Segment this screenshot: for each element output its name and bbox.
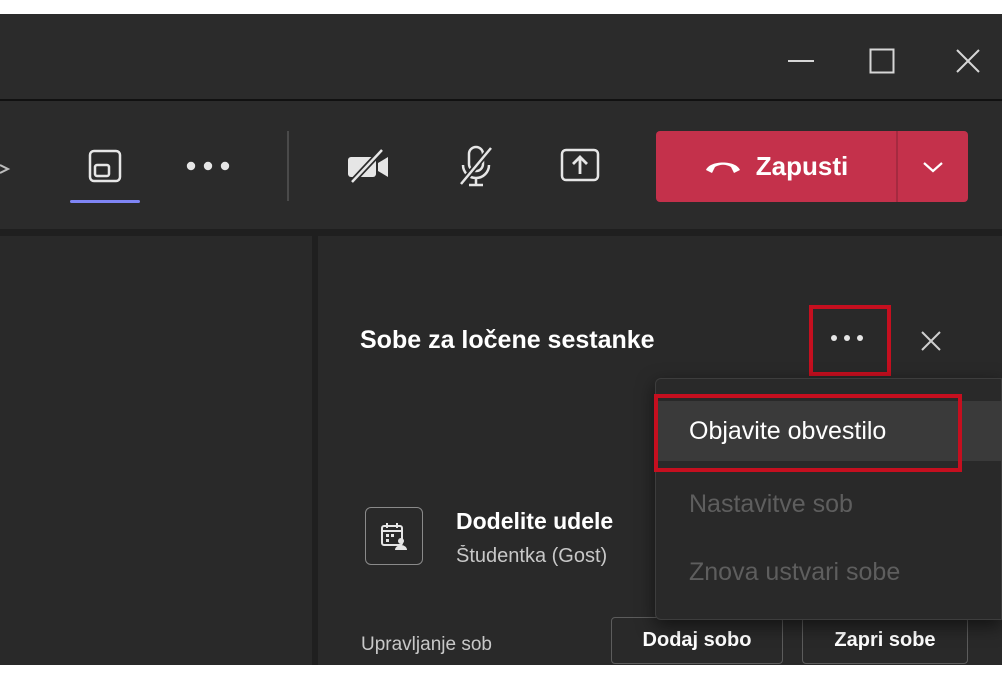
maximize-icon — [869, 48, 895, 74]
panel-title: Sobe za ločene sestanke — [360, 326, 655, 354]
chevron-down-icon — [923, 161, 943, 172]
window-close-button[interactable] — [940, 39, 996, 83]
annotation-highlight-announcement — [654, 394, 962, 472]
panel-close-button[interactable] — [912, 322, 950, 360]
manage-rooms-label: Upravljanje sob — [361, 634, 492, 655]
assign-participants-icon-box — [365, 507, 423, 565]
menu-item-room-settings: Nastavitve sob — [689, 490, 853, 518]
meeting-stage — [0, 236, 312, 665]
share-screen-button[interactable] — [552, 141, 608, 191]
close-rooms-button[interactable]: Zapri sobe — [802, 617, 968, 664]
menu-item-recreate-rooms: Znova ustvari sobe — [689, 558, 901, 586]
minimize-icon — [788, 60, 814, 62]
add-room-button[interactable]: Dodaj sobo — [611, 617, 783, 664]
active-view-indicator — [70, 200, 140, 203]
annotation-highlight-more — [809, 305, 891, 376]
camera-off-icon — [348, 148, 388, 184]
assign-participants-title[interactable]: Dodelite udele — [456, 508, 656, 535]
toolbar-separator — [287, 131, 289, 201]
mic-off-icon — [458, 145, 494, 187]
more-actions-button[interactable] — [180, 143, 236, 189]
view-icon — [88, 149, 122, 183]
calendar-assign-icon — [381, 523, 407, 550]
more-icon — [186, 161, 230, 171]
assign-participants-subtitle: Študentka (Gost) — [456, 545, 608, 567]
close-icon — [956, 49, 980, 73]
leave-button[interactable]: Zapusti — [656, 131, 896, 202]
bottom-strip — [0, 665, 1002, 685]
leave-options-dropdown[interactable] — [898, 131, 968, 202]
partial-toolbar-icon — [0, 164, 11, 174]
view-button[interactable] — [80, 143, 130, 189]
minimize-button[interactable] — [773, 39, 829, 83]
close-icon — [921, 331, 941, 351]
leave-label: Zapusti — [755, 151, 849, 181]
maximize-button[interactable] — [854, 39, 910, 83]
camera-toggle-button[interactable] — [338, 141, 402, 191]
phone-hangup-icon — [705, 162, 740, 173]
microphone-toggle-button[interactable] — [448, 139, 504, 193]
share-screen-icon — [560, 148, 600, 182]
title-bar — [0, 14, 1002, 99]
